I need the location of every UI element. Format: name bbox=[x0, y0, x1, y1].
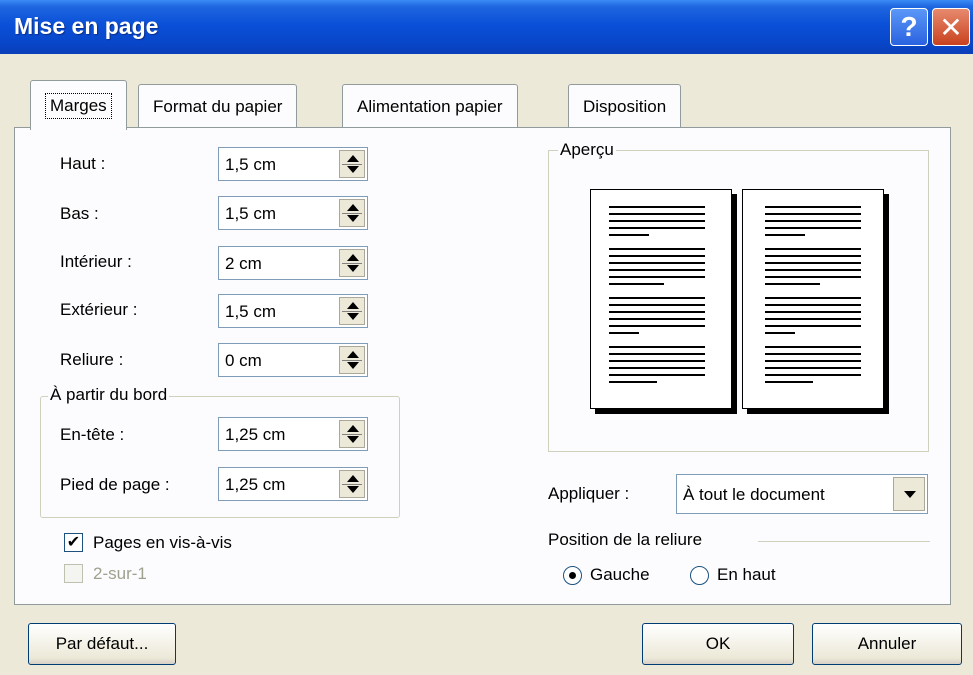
cancel-button[interactable]: Annuler bbox=[812, 623, 962, 665]
reliure-spinner[interactable]: 0 cm bbox=[218, 343, 368, 377]
binding-left-radio[interactable] bbox=[563, 566, 582, 585]
interieur-value[interactable]: 2 cm bbox=[225, 254, 262, 274]
spin-arrows-icon[interactable] bbox=[339, 470, 365, 498]
dropdown-arrow-icon[interactable] bbox=[893, 477, 925, 511]
pied-value[interactable]: 1,25 cm bbox=[225, 475, 285, 495]
spin-arrows-icon[interactable] bbox=[339, 346, 365, 374]
bas-spinner[interactable]: 1,5 cm bbox=[218, 196, 368, 230]
spin-arrows-icon[interactable] bbox=[339, 150, 365, 178]
spin-arrows-icon[interactable] bbox=[339, 249, 365, 277]
haut-label: Haut : bbox=[60, 154, 106, 173]
reliure-label: Reliure : bbox=[60, 350, 124, 369]
binding-left-label[interactable]: Gauche bbox=[590, 565, 650, 585]
exterieur-label: Extérieur : bbox=[60, 300, 138, 319]
preview-title: Aperçu bbox=[558, 140, 616, 160]
apply-select[interactable]: À tout le document bbox=[676, 474, 928, 514]
from-edge-title: À partir du bord bbox=[48, 385, 170, 405]
spin-arrows-icon[interactable] bbox=[339, 297, 365, 325]
ok-button[interactable]: OK bbox=[642, 623, 794, 665]
interieur-label: Intérieur : bbox=[60, 252, 132, 271]
preview-right-page bbox=[742, 189, 884, 409]
vis-a-vis-checkbox[interactable]: ✔ bbox=[64, 533, 83, 552]
binding-separator bbox=[758, 541, 930, 542]
deux-sur-un-label: 2-sur-1 bbox=[93, 564, 147, 583]
haut-value[interactable]: 1,5 cm bbox=[225, 155, 276, 175]
bas-value[interactable]: 1,5 cm bbox=[225, 204, 276, 224]
pied-spinner[interactable]: 1,25 cm bbox=[218, 467, 368, 501]
binding-top-radio[interactable] bbox=[690, 566, 709, 585]
entete-label: En-tête : bbox=[60, 425, 125, 444]
spin-arrows-icon[interactable] bbox=[339, 199, 365, 227]
apply-label: Appliquer : bbox=[548, 484, 630, 503]
bas-label: Bas : bbox=[60, 204, 99, 223]
exterieur-spinner[interactable]: 1,5 cm bbox=[218, 294, 368, 328]
haut-spinner[interactable]: 1,5 cm bbox=[218, 147, 368, 181]
default-button[interactable]: Par défaut... bbox=[28, 623, 176, 665]
apply-value[interactable]: À tout le document bbox=[683, 485, 825, 505]
binding-top-label[interactable]: En haut bbox=[717, 565, 776, 585]
vis-a-vis-label[interactable]: Pages en vis-à-vis bbox=[93, 533, 232, 553]
exterieur-value[interactable]: 1,5 cm bbox=[225, 302, 276, 322]
entete-spinner[interactable]: 1,25 cm bbox=[218, 417, 368, 451]
entete-value[interactable]: 1,25 cm bbox=[225, 425, 285, 445]
spin-arrows-icon[interactable] bbox=[339, 420, 365, 448]
binding-title: Position de la reliure bbox=[548, 530, 703, 549]
reliure-value[interactable]: 0 cm bbox=[225, 351, 262, 371]
pied-label: Pied de page : bbox=[60, 475, 170, 494]
deux-sur-un-checkbox[interactable] bbox=[64, 564, 83, 583]
interieur-spinner[interactable]: 2 cm bbox=[218, 246, 368, 280]
preview-left-page bbox=[590, 189, 732, 409]
